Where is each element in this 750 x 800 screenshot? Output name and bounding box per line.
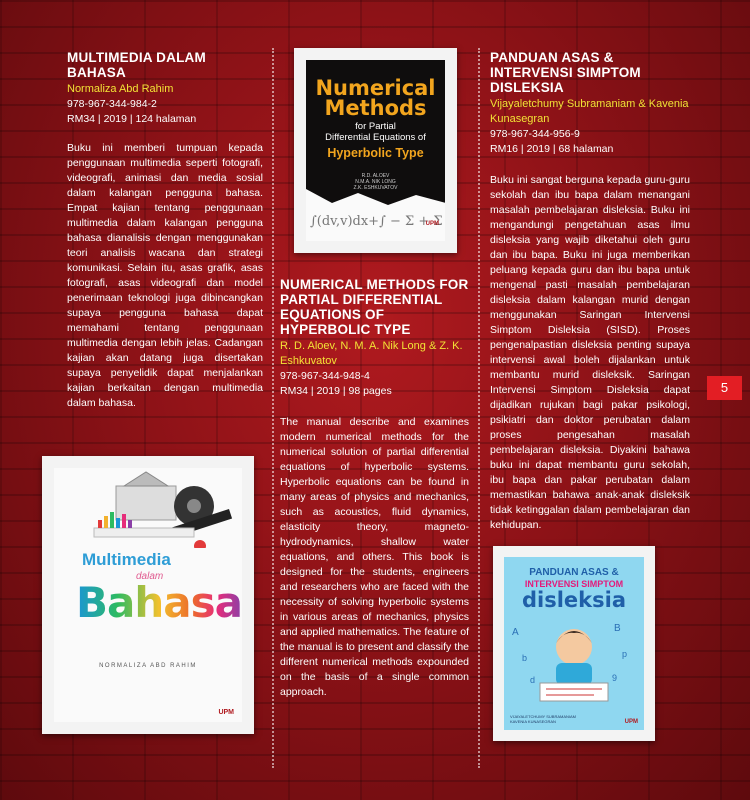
cover-author: NORMALIZA ABD RAHIM xyxy=(99,663,197,669)
book-cover-numerical: Numerical Methods for Partial Differenti… xyxy=(306,60,445,241)
child-reading-icon: A B b p d 9 xyxy=(512,623,627,702)
cover-title-line2: Methods xyxy=(324,96,427,120)
column-divider-left xyxy=(272,48,274,768)
book-cover-multimedia-frame: Multimedia dalam Bahasa NORMALIZA ABD RA… xyxy=(42,456,254,734)
book-isbn: 978-967-344-984-2 xyxy=(67,98,157,110)
cover-formula-area: ∫(dv,v)dx+∫ − Σ + Σ UPM xyxy=(306,189,445,241)
book-isbn: 978-967-344-948-4 xyxy=(280,370,370,382)
cover-authors: VIJAYALETCHUMY SUBRAMANIAM KAVENIA KUNAS… xyxy=(510,714,576,724)
book-cover-disleksia: PANDUAN ASAS & INTERVENSI SIMPTOM dislek… xyxy=(504,557,644,730)
publisher-logo: UPM xyxy=(425,221,439,227)
svg-text:9: 9 xyxy=(612,673,617,683)
column-divider-right xyxy=(478,48,480,768)
svg-text:A: A xyxy=(512,627,519,638)
book-cover-disleksia-frame: PANDUAN ASAS & INTERVENSI SIMPTOM dislek… xyxy=(493,546,655,741)
cover-title-line3: Bahasa xyxy=(76,578,242,627)
book-authors: Normaliza Abd Rahim xyxy=(67,83,174,95)
svg-text:B: B xyxy=(614,623,621,634)
cover-title-line3: for Partial xyxy=(355,121,396,132)
publisher-logo: UPM xyxy=(624,719,638,725)
cover-author-2: KAVENIA KUNASEGRAN xyxy=(510,719,556,724)
book-entry-numerical: NUMERICAL METHODS FOR PARTIAL DIFFERENTI… xyxy=(280,277,469,700)
svg-text:d: d xyxy=(530,675,535,685)
book-authors: Vijayaletchumy Subramaniam & Kavenia Kun… xyxy=(490,98,689,125)
cover-title-line4: Differential Equations of xyxy=(325,132,426,143)
book-cover-multimedia: Multimedia dalam Bahasa NORMALIZA ABD RA… xyxy=(54,468,242,722)
book-cover-numerical-frame: Numerical Methods for Partial Differenti… xyxy=(294,48,457,253)
film-reel-icon xyxy=(93,471,233,548)
cover-title-line1: Numerical xyxy=(315,76,436,100)
cover-title-line1: PANDUAN ASAS & xyxy=(529,567,619,578)
book-title: PANDUAN ASAS & INTERVENSI SIMPTOM DISLEK… xyxy=(490,50,641,95)
book-isbn: 978-967-344-956-9 xyxy=(490,128,580,140)
publisher-logo: UPM xyxy=(218,709,234,716)
svg-text:p: p xyxy=(622,649,627,659)
book-details: RM34 | 2019 | 98 pages xyxy=(280,385,392,397)
book-details: RM34 | 2019 | 124 halaman xyxy=(67,113,197,125)
book-description: The manual describe and examines modern … xyxy=(280,416,469,698)
book-description: Buku ini sangat berguna kepada guru-guru… xyxy=(490,174,690,531)
integral-formula-icon: ∫(dv,v)dx+∫ − Σ + Σ xyxy=(306,189,445,229)
svg-text:b: b xyxy=(522,653,527,663)
book-title: NUMERICAL METHODS FOR PARTIAL DIFFERENTI… xyxy=(280,277,469,337)
page-number-badge: 5 xyxy=(707,376,742,400)
book-authors: R. D. Aloev, N. M. A. Nik Long & Z. K. E… xyxy=(280,340,463,367)
cover-title-line1: Multimedia xyxy=(82,550,171,569)
book-entry-disleksia: PANDUAN ASAS & INTERVENSI SIMPTOM DISLEK… xyxy=(490,50,690,533)
book-details: RM16 | 2019 | 68 halaman xyxy=(490,143,614,155)
book-description: Buku ini memberi tumpuan kepada pengguna… xyxy=(67,142,263,409)
book-entry-multimedia: MULTIMEDIA DALAM BAHASA Normaliza Abd Ra… xyxy=(67,50,263,411)
book-title: MULTIMEDIA DALAM BAHASA xyxy=(67,50,206,80)
cover-title-line3: disleksia xyxy=(521,588,626,612)
svg-text:∫(dv,v)dx+∫ − Σ + Σ: ∫(dv,v)dx+∫ − Σ + Σ xyxy=(310,214,443,229)
cover-title-line5: Hyperbolic Type xyxy=(327,146,424,160)
